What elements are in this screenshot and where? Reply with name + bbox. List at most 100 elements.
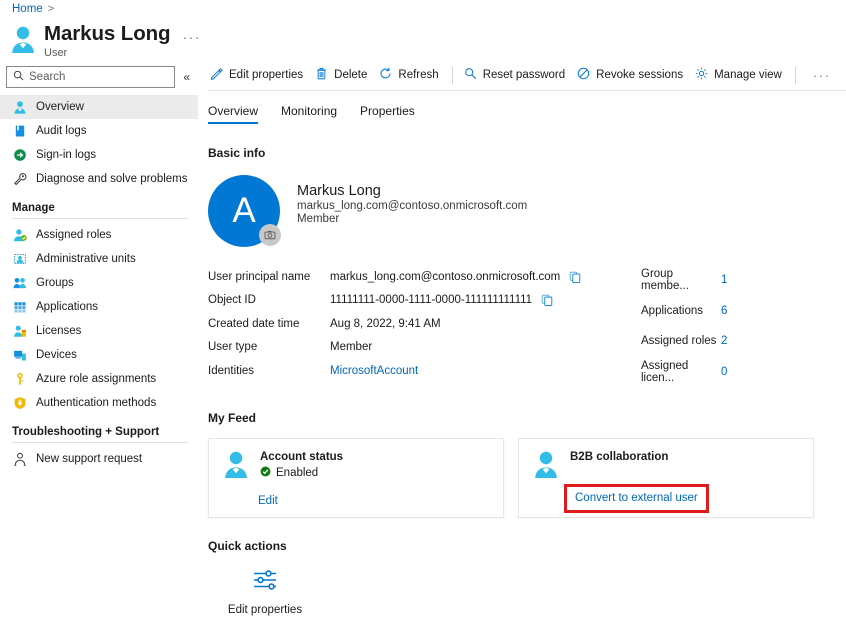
page-more-menu-button[interactable]: ··· (182, 25, 201, 43)
tab-bar: Overview Monitoring Properties (208, 104, 846, 124)
sidebar-item-label: Assigned roles (36, 229, 111, 241)
applications-grid-icon (12, 300, 27, 315)
edit-properties-button[interactable]: Edit properties (208, 62, 313, 88)
stat-value[interactable]: 1 (721, 274, 727, 286)
stat-label: Group membe... (641, 268, 721, 292)
sidebar-item-label: Audit logs (36, 125, 87, 137)
status-badge: Enabled (260, 466, 343, 480)
sidebar-item-label: Sign-in logs (36, 149, 96, 161)
identity-upn: markus_long.com@contoso.onmicrosoft.com (297, 200, 527, 212)
search-input[interactable]: Search (6, 66, 175, 88)
user-icon (12, 100, 27, 115)
pencil-icon (210, 67, 223, 83)
sidebar-group-manage-header: Manage (0, 191, 198, 218)
manage-view-button[interactable]: Manage view (693, 62, 792, 88)
identities-link[interactable]: MicrosoftAccount (330, 365, 418, 377)
stat-label: Assigned licen... (641, 360, 721, 384)
sidebar-item-groups[interactable]: Groups (0, 271, 198, 295)
wrench-icon (12, 172, 27, 187)
sidebar-search-row: Search « (0, 66, 198, 88)
quick-actions-heading: Quick actions (208, 539, 846, 553)
quick-action-edit-properties[interactable]: Edit properties (232, 569, 298, 616)
stat-row: Assigned licen... 0 (641, 357, 727, 388)
trash-icon (315, 67, 328, 83)
toolbar-label: Refresh (398, 69, 438, 81)
sidebar-item-audit-logs[interactable]: Audit logs (0, 119, 198, 143)
sliders-icon (252, 569, 278, 596)
stat-row: Group membe... 1 (641, 265, 727, 296)
stat-value[interactable]: 6 (721, 305, 727, 317)
sidebar-item-sign-in-logs[interactable]: Sign-in logs (0, 143, 198, 167)
edit-link[interactable]: Edit (258, 495, 278, 507)
copy-icon[interactable] (569, 271, 581, 283)
property-row: User principal name markus_long.com@cont… (208, 265, 623, 289)
sidebar-item-label: New support request (36, 453, 142, 465)
sidebar-item-authentication-methods[interactable]: Authentication methods (0, 391, 198, 415)
toolbar-label: Revoke sessions (596, 69, 683, 81)
sidebar-item-new-support-request[interactable]: New support request (0, 447, 198, 471)
user-role-icon (12, 228, 27, 243)
stat-label: Applications (641, 305, 721, 317)
sidebar-item-assigned-roles[interactable]: Assigned roles (0, 223, 198, 247)
sidebar-collapse-button[interactable]: « (181, 71, 192, 83)
b2b-collaboration-card: B2B collaboration Convert to external us… (518, 438, 814, 518)
convert-to-external-user-link[interactable]: Convert to external user (564, 484, 709, 513)
property-label: User principal name (208, 271, 330, 283)
sidebar-item-licenses[interactable]: Licenses (0, 319, 198, 343)
toolbar-more-button[interactable]: ··· (805, 68, 839, 83)
sidebar-divider (12, 442, 188, 443)
property-value: Member (330, 341, 372, 353)
refresh-button[interactable]: Refresh (377, 62, 448, 88)
user-icon (223, 450, 249, 478)
key-search-icon (464, 67, 477, 83)
block-icon (577, 67, 590, 83)
sidebar-item-overview[interactable]: Overview (0, 95, 198, 119)
sidebar: Search « Overview (0, 66, 198, 471)
stat-value[interactable]: 2 (721, 335, 727, 347)
property-label: Identities (208, 365, 330, 377)
stat-row: Assigned roles 2 (641, 326, 727, 357)
toolbar-label: Reset password (483, 69, 565, 81)
reset-password-button[interactable]: Reset password (462, 62, 575, 88)
sidebar-item-administrative-units[interactable]: Administrative units (0, 247, 198, 271)
toolbar-label: Delete (334, 69, 367, 81)
breadcrumb-separator-icon: > (48, 3, 54, 15)
stat-label: Assigned roles (641, 335, 721, 347)
tab-monitoring[interactable]: Monitoring (281, 104, 337, 124)
sidebar-item-label: Authentication methods (36, 397, 156, 409)
sidebar-item-azure-role-assignments[interactable]: Azure role assignments (0, 367, 198, 391)
gear-icon (695, 67, 708, 83)
toolbar-separator (452, 67, 453, 84)
sidebar-item-label: Devices (36, 349, 77, 361)
stat-value[interactable]: 0 (721, 366, 727, 378)
camera-icon[interactable] (259, 224, 281, 246)
book-icon (12, 124, 27, 139)
toolbar-divider (208, 90, 846, 91)
avatar: A (208, 175, 280, 247)
delete-button[interactable]: Delete (313, 62, 377, 88)
sidebar-divider (12, 218, 188, 219)
page-title: Markus Long (44, 22, 170, 46)
toolbar-label: Edit properties (229, 69, 303, 81)
property-row: User type Member (208, 336, 623, 360)
sidebar-nav: Overview Audit logs Si (0, 95, 198, 471)
quick-action-label: Edit properties (228, 604, 302, 616)
check-circle-icon (260, 466, 271, 480)
sidebar-item-diagnose-and-solve-problems[interactable]: Diagnose and solve problems (0, 167, 198, 191)
sign-in-icon (12, 148, 27, 163)
revoke-sessions-button[interactable]: Revoke sessions (575, 62, 693, 88)
sidebar-item-applications[interactable]: Applications (0, 295, 198, 319)
sidebar-item-label: Azure role assignments (36, 373, 156, 385)
devices-icon (12, 348, 27, 363)
property-value: markus_long.com@contoso.onmicrosoft.com (330, 271, 581, 283)
sidebar-group-support-header: Troubleshooting + Support (0, 415, 198, 442)
copy-icon[interactable] (541, 294, 553, 306)
tab-overview[interactable]: Overview (208, 104, 258, 124)
sidebar-item-label: Overview (36, 101, 84, 113)
breadcrumb-home-link[interactable]: Home (12, 3, 43, 15)
admin-units-icon (12, 252, 27, 267)
property-value-text: markus_long.com@contoso.onmicrosoft.com (330, 271, 560, 283)
sidebar-item-devices[interactable]: Devices (0, 343, 198, 367)
properties-area: User principal name markus_long.com@cont… (208, 265, 846, 387)
tab-properties[interactable]: Properties (360, 104, 415, 124)
